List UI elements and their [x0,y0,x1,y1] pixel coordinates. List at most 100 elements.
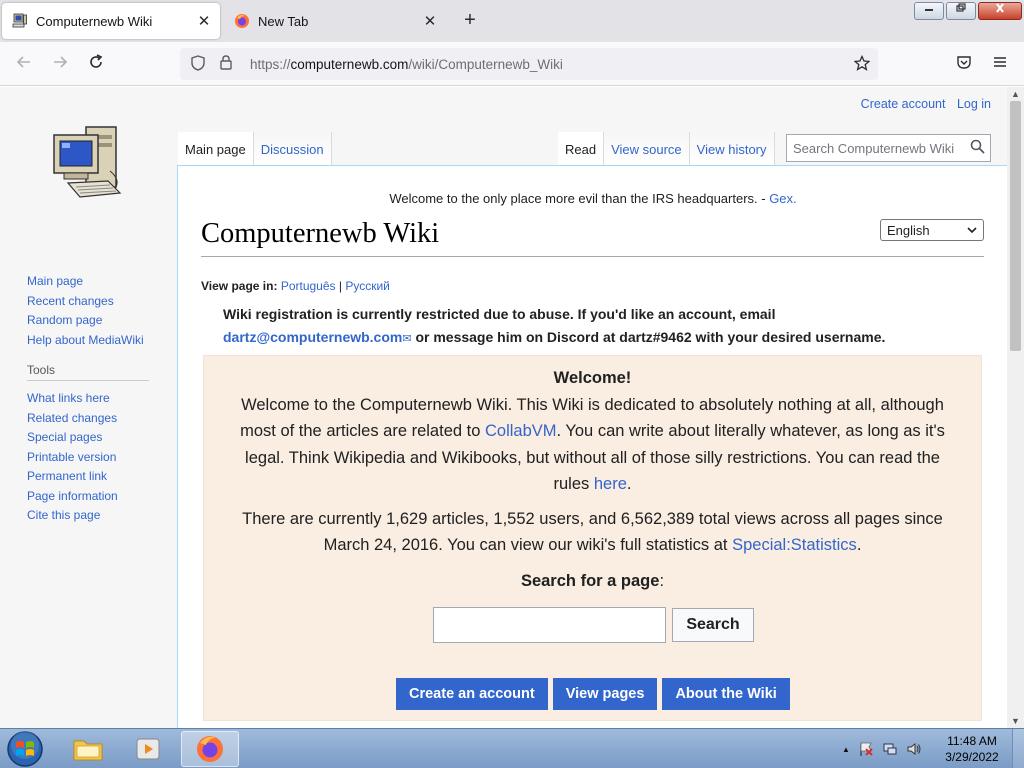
chevron-down-icon [967,227,977,234]
view-pages-button[interactable]: View pages [552,678,658,710]
welcome-paragraph: Welcome to the Computernewb Wiki. This W… [204,392,981,498]
restore-button[interactable] [946,2,976,20]
taskbar-media-player[interactable] [119,731,177,767]
page-search-button[interactable]: Search [672,608,754,642]
volume-icon[interactable] [906,741,922,757]
sidebar-item-what-links-here[interactable]: What links here [27,389,162,409]
site-notice-text: Welcome to the only place more evil than… [389,191,770,206]
language-select[interactable]: English [880,219,984,241]
menu-icon [994,57,1006,67]
rules-link[interactable]: here [594,475,627,493]
create-an-account-button[interactable]: Create an account [396,678,548,710]
welcome-box: Welcome! Welcome to the Computernewb Wik… [203,355,982,721]
minimize-button[interactable] [914,2,944,20]
close-window-button[interactable] [978,2,1022,20]
lock-icon[interactable] [216,55,236,73]
scrollbar-thumb[interactable] [1010,101,1021,351]
back-arrow-icon [16,56,30,68]
show-desktop-button[interactable] [1012,729,1024,768]
sidebar-item-random-page[interactable]: Random page [27,311,162,331]
page-search-input[interactable] [433,607,666,643]
wiki-search-input[interactable] [787,140,964,156]
folder-icon [73,740,103,761]
minimize-icon [925,9,933,11]
tab-discussion[interactable]: Discussion [253,132,332,165]
tab-close-icon[interactable]: ✕ [420,12,440,30]
site-notice: Welcome to the only place more evil than… [178,191,1007,206]
address-bar[interactable]: https://computernewb.com/wiki/Computerne… [180,48,878,80]
restore-icon [956,3,966,12]
tab-title: Computernewb Wiki [36,13,153,29]
url-host: computernewb.com [290,56,409,72]
wiki-logo-computer-icon[interactable] [50,121,126,207]
sidebar-item-help[interactable]: Help about MediaWiki [27,331,162,351]
tab-close-icon[interactable]: ✕ [194,12,214,30]
sidebar-tools: What links here Related changes Special … [27,389,162,526]
tab-view-source[interactable]: View source [604,132,690,165]
personal-tools: Create account Log in [853,97,991,111]
sidebar-tools-heading: Tools [27,363,149,381]
shield-icon[interactable] [188,54,208,74]
windows-taskbar: ▲ 11:48 AM 3/29/2022 [0,728,1024,768]
sidebar-item-cite-this-page[interactable]: Cite this page [27,506,162,526]
scroll-down-icon[interactable]: ▼ [1007,714,1024,728]
wiki-search-box [786,134,991,162]
new-tab-button[interactable]: + [458,9,482,33]
tab-title: New Tab [258,13,309,29]
stats-paragraph: There are currently 1,629 articles, 1,55… [204,506,981,559]
lang-separator: | [338,279,342,293]
create-account-link[interactable]: Create account [861,97,946,111]
pocket-button[interactable] [952,52,976,76]
registration-text-2: or message him on Discord at dartz#9462 … [411,329,886,345]
sidebar-item-special-pages[interactable]: Special pages [27,428,162,448]
view-page-in: View page in: Português | Русский [201,279,390,293]
search-for-page-label: Search for a page: [204,568,981,595]
sidebar-item-permanent-link[interactable]: Permanent link [27,467,162,487]
sidebar-item-related-changes[interactable]: Related changes [27,409,162,429]
sidebar-item-printable-version[interactable]: Printable version [27,448,162,468]
url-protocol: https:// [250,56,291,72]
tab-new-tab[interactable]: New Tab ✕ [224,3,446,39]
tab-computernewb-wiki[interactable]: Computernewb Wiki ✕ [2,3,220,39]
firefox-icon [197,736,223,762]
taskbar-file-explorer[interactable] [59,731,117,767]
menu-button[interactable] [988,52,1012,76]
forward-button[interactable] [48,52,72,76]
collabvm-link[interactable]: CollabVM [485,422,557,440]
lang-link-russian[interactable]: Русский [345,279,390,293]
scroll-up-icon[interactable]: ▲ [1007,87,1024,101]
network-icon[interactable] [882,741,898,757]
email-link[interactable]: dartz@computernewb.com [223,329,402,345]
welcome-text: . [626,475,632,493]
reload-button[interactable] [84,52,108,76]
star-icon[interactable] [852,54,872,74]
view-page-in-label: View page in: [201,279,278,293]
log-in-link[interactable]: Log in [957,97,991,111]
start-button-windows-icon[interactable] [5,730,45,768]
sidebar-item-recent-changes[interactable]: Recent changes [27,292,162,312]
taskbar-clock[interactable]: 11:48 AM 3/29/2022 [936,733,1008,765]
special-statistics-link[interactable]: Special:Statistics [732,536,857,554]
lang-link-portuguese[interactable]: Português [281,279,336,293]
search-icon[interactable] [964,139,990,157]
site-notice-link[interactable]: Gex. [769,191,796,206]
clock-date: 3/29/2022 [945,750,999,764]
stats-text: . [856,536,862,554]
taskbar-firefox[interactable] [181,731,239,767]
page-title: Computernewb Wiki [201,218,984,257]
tab-main-page[interactable]: Main page [178,132,254,165]
back-button[interactable] [12,52,36,76]
sidebar-item-main-page[interactable]: Main page [27,272,162,292]
sidebar-navigation: Main page Recent changes Random page Hel… [27,272,162,350]
media-player-icon [136,738,160,760]
action-center-flag-icon[interactable] [858,741,874,757]
welcome-heading: Welcome! [553,369,632,387]
url-text[interactable]: https://computernewb.com/wiki/Computerne… [250,57,563,72]
computer-favicon-icon [12,13,27,28]
tab-read[interactable]: Read [558,132,605,165]
sidebar-item-page-information[interactable]: Page information [27,487,162,507]
tab-view-history[interactable]: View history [689,132,775,165]
tray-expand-icon[interactable]: ▲ [842,745,850,754]
about-the-wiki-button[interactable]: About the Wiki [662,678,790,710]
page-scrollbar[interactable]: ▲ ▼ [1007,87,1024,728]
